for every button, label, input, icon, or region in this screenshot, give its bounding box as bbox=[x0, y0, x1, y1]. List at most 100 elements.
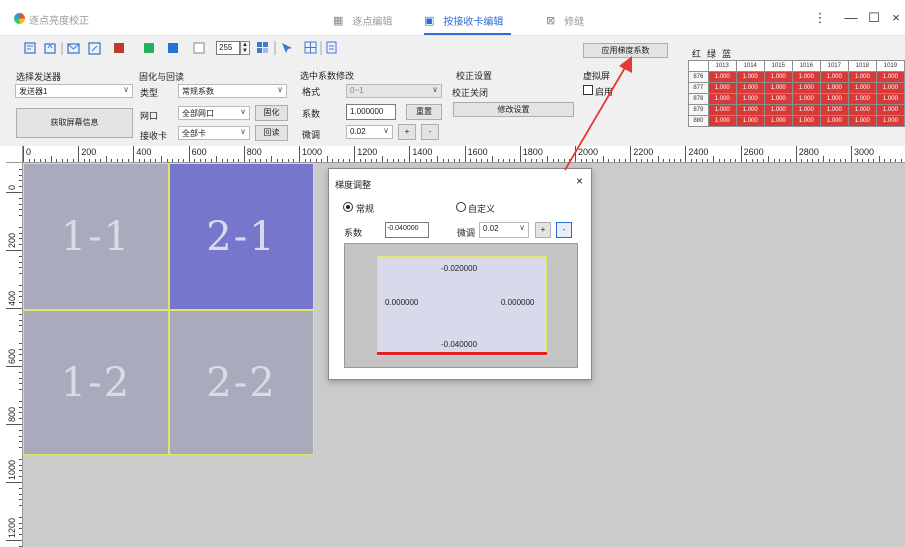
grid-cell[interactable]: 1.000 bbox=[735, 71, 765, 83]
radio-custom[interactable] bbox=[456, 202, 466, 212]
grid-cell[interactable]: 1.000 bbox=[875, 93, 905, 105]
grid-cell[interactable]: 1.000 bbox=[707, 93, 737, 105]
grid-cell[interactable]: 1.000 bbox=[847, 82, 877, 94]
fine-select[interactable]: 0.02 ∨ bbox=[346, 125, 393, 139]
grid-cell[interactable]: 1.000 bbox=[847, 115, 877, 127]
maximize-button[interactable]: ☐ bbox=[866, 10, 882, 26]
grid-cell[interactable]: 1.000 bbox=[819, 71, 849, 83]
preview-bottom-value: -0.040000 bbox=[441, 340, 478, 349]
dialog-close-icon[interactable]: × bbox=[576, 174, 583, 188]
expand-icon[interactable] bbox=[88, 42, 101, 55]
sender-label: 选择发送器 bbox=[16, 72, 62, 82]
sender-select[interactable]: 发送器1 ∨ bbox=[15, 84, 133, 98]
tile-1-1[interactable]: 1-1 bbox=[23, 163, 169, 310]
chevron-down-icon: ∨ bbox=[519, 223, 525, 232]
grid-cell[interactable]: 1.000 bbox=[763, 115, 793, 127]
tile-2-2[interactable]: 2-2 bbox=[169, 310, 314, 455]
format-select[interactable]: 0~1 ∨ bbox=[346, 84, 442, 98]
grid-cell[interactable]: 1.000 bbox=[819, 82, 849, 94]
grid-cell[interactable]: 1.000 bbox=[791, 82, 821, 94]
radio-normal[interactable] bbox=[343, 202, 353, 212]
readback-button[interactable]: 回读 bbox=[255, 125, 288, 141]
more-icon[interactable]: ⋮ bbox=[812, 10, 828, 26]
grid-cell[interactable]: 1.000 bbox=[707, 71, 737, 83]
dialog-coef-input[interactable]: -0.040000 bbox=[385, 222, 429, 238]
tile-1-2[interactable]: 1-2 bbox=[23, 310, 169, 455]
tab-point-edit[interactable]: ▦ 逐点编辑 bbox=[333, 13, 392, 28]
select-icon[interactable] bbox=[24, 42, 36, 54]
grid-cell[interactable]: 1.000 bbox=[875, 82, 905, 94]
grid-cell[interactable]: 1.000 bbox=[791, 71, 821, 83]
grid-row-header: 879 bbox=[688, 104, 709, 116]
chevron-down-icon: ∨ bbox=[240, 127, 246, 136]
ruler-left-label: 400 bbox=[6, 279, 22, 309]
grid-cell[interactable]: 1.000 bbox=[735, 82, 765, 94]
blue-square-icon[interactable] bbox=[168, 43, 178, 53]
tab-green[interactable]: 绿 bbox=[707, 47, 716, 61]
grid-cell[interactable]: 1.000 bbox=[735, 115, 765, 127]
document-icon[interactable] bbox=[326, 41, 337, 54]
grid-cell[interactable]: 1.000 bbox=[791, 93, 821, 105]
brightness-spinner[interactable]: ▲ ▼ bbox=[240, 41, 250, 55]
grid-cell[interactable]: 1.000 bbox=[707, 115, 737, 127]
reset-button[interactable]: 重置 bbox=[406, 104, 442, 120]
grid-cell[interactable]: 1.000 bbox=[875, 115, 905, 127]
grid-cell[interactable]: 1.000 bbox=[847, 93, 877, 105]
gradient-dialog: 梯度调整 × 常规 自定义 系数 -0.040000 微调 0.02 ∨ + - … bbox=[328, 168, 592, 380]
grid-cell[interactable]: 1.000 bbox=[763, 82, 793, 94]
minus-button[interactable]: - bbox=[421, 124, 439, 140]
chevron-down-icon: ∨ bbox=[383, 126, 389, 135]
grid-cell[interactable]: 1.000 bbox=[847, 104, 877, 116]
grid-cell[interactable]: 1.000 bbox=[819, 104, 849, 116]
dialog-plus-button[interactable]: + bbox=[535, 222, 551, 238]
enable-checkbox[interactable] bbox=[583, 85, 593, 95]
grid-cell[interactable]: 1.000 bbox=[875, 104, 905, 116]
grid-cell[interactable]: 1.000 bbox=[763, 93, 793, 105]
preview-right-value: 0.000000 bbox=[501, 298, 535, 307]
dialog-fine-select[interactable]: 0.02 ∨ bbox=[479, 222, 529, 238]
grid-cell[interactable]: 1.000 bbox=[847, 71, 877, 83]
tab-card-edit[interactable]: ▣ 按接收卡编辑 bbox=[424, 13, 503, 28]
plus-button[interactable]: + bbox=[398, 124, 416, 140]
solidify-button[interactable]: 固化 bbox=[255, 105, 288, 121]
brightness-input[interactable]: 255 bbox=[216, 41, 240, 55]
grid-cell[interactable]: 1.000 bbox=[707, 82, 737, 94]
open-icon[interactable] bbox=[44, 43, 56, 54]
card-select[interactable]: 全部卡 ∨ bbox=[178, 126, 250, 140]
pointer-icon[interactable] bbox=[282, 43, 292, 53]
grid-row-header: 878 bbox=[688, 93, 709, 105]
dialog-minus-button[interactable]: - bbox=[556, 222, 572, 238]
tab-blue[interactable]: 蓝 bbox=[722, 47, 731, 61]
grid-cell[interactable]: 1.000 bbox=[791, 115, 821, 127]
grid-icon: ▦ bbox=[333, 15, 344, 27]
tab-seam[interactable]: ⊠ 修缝 bbox=[546, 13, 584, 28]
dialog-coef-label: 系数 bbox=[344, 228, 363, 238]
close-button[interactable]: × bbox=[888, 10, 904, 25]
grid-cell[interactable]: 1.000 bbox=[735, 93, 765, 105]
grid-cell[interactable]: 1.000 bbox=[819, 115, 849, 127]
green-square-icon[interactable] bbox=[144, 43, 154, 53]
split-icon[interactable] bbox=[304, 41, 317, 54]
red-square-icon[interactable] bbox=[114, 43, 124, 53]
grid-cell[interactable]: 1.000 bbox=[791, 104, 821, 116]
grid-cell[interactable]: 1.000 bbox=[763, 104, 793, 116]
modify-settings-button[interactable]: 修改设置 bbox=[453, 102, 574, 117]
minimize-button[interactable]: — bbox=[843, 10, 859, 25]
layout-icon[interactable] bbox=[257, 42, 268, 53]
apply-gradient-button[interactable]: 应用梯度系数 bbox=[583, 43, 668, 58]
mail-icon[interactable] bbox=[67, 43, 80, 54]
tile-2-1[interactable]: 2-1 bbox=[169, 163, 314, 310]
type-select[interactable]: 常规系数 ∨ bbox=[178, 84, 287, 98]
grid-cell[interactable]: 1.000 bbox=[819, 93, 849, 105]
white-square-icon[interactable] bbox=[193, 42, 205, 54]
card-label: 接收卡 bbox=[140, 131, 168, 141]
grid-cell[interactable]: 1.000 bbox=[735, 104, 765, 116]
get-screen-info-button[interactable]: 获取屏幕信息 bbox=[16, 108, 133, 138]
grid-cell[interactable]: 1.000 bbox=[707, 104, 737, 116]
coef-input[interactable]: 1.000000 bbox=[346, 104, 396, 120]
port-select[interactable]: 全部网口 ∨ bbox=[178, 106, 250, 120]
grid-cell[interactable]: 1.000 bbox=[763, 71, 793, 83]
grid-cell[interactable]: 1.000 bbox=[875, 71, 905, 83]
tab-red[interactable]: 红 bbox=[692, 47, 702, 61]
dialog-fine-label: 微调 bbox=[457, 228, 476, 238]
